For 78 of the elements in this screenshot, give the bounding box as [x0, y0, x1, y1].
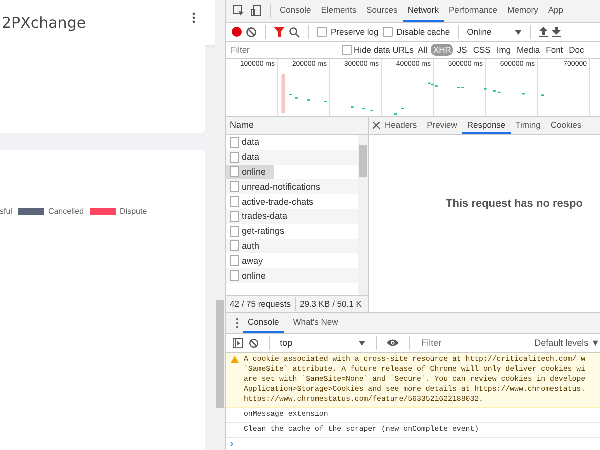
type-filter-button[interactable]: CSS	[471, 44, 493, 56]
request-row[interactable]: online	[226, 164, 274, 180]
file-icon	[230, 166, 239, 178]
checkbox[interactable]	[342, 45, 352, 55]
devtools-tab[interactable]: Network	[402, 0, 444, 22]
checkbox-label: Hide data URLs	[354, 45, 414, 55]
dropdown-caret-icon[interactable]	[359, 340, 366, 346]
file-icon	[230, 181, 239, 192]
search-icon[interactable]	[289, 26, 300, 38]
checkbox[interactable]	[317, 27, 327, 37]
request-row[interactable]: data	[226, 150, 358, 165]
file-icon	[230, 152, 239, 163]
download-icon[interactable]	[552, 27, 562, 37]
scrollbar-thumb[interactable]	[359, 145, 367, 177]
throttling-dropdown[interactable]: Online	[467, 27, 512, 37]
dropdown-caret-icon[interactable]	[515, 30, 522, 34]
clear-icon[interactable]	[249, 338, 260, 348]
devtools-tab[interactable]: App	[543, 0, 568, 22]
file-icon	[230, 270, 239, 282]
app-title: 2PXchange	[2, 14, 86, 32]
devtools-tab[interactable]: Performance	[444, 0, 503, 22]
request-row[interactable]: auth	[226, 238, 358, 254]
upload-icon[interactable]	[539, 27, 548, 37]
detail-tab[interactable]: Cookies	[546, 117, 587, 134]
request-row[interactable]: online	[226, 268, 358, 283]
scrollbar-thumb[interactable]	[216, 300, 224, 408]
file-icon	[230, 226, 239, 237]
file-icon	[230, 240, 239, 252]
inspect-icon[interactable]	[233, 5, 245, 17]
request-count: 42 / 75 requests	[230, 299, 291, 309]
file-icon	[230, 255, 239, 266]
file-icon	[230, 210, 239, 222]
column-header[interactable]: Name	[226, 117, 368, 135]
device-toolbar-icon[interactable]	[251, 5, 263, 17]
close-icon[interactable]	[373, 122, 380, 129]
detail-tab[interactable]: Timing	[510, 117, 546, 134]
drawer-tab[interactable]: Console	[243, 313, 284, 333]
request-row[interactable]: unread-notifications	[226, 179, 358, 194]
type-filter-button[interactable]: JS	[455, 44, 470, 56]
eye-icon[interactable]	[386, 339, 399, 347]
legend-label[interactable]: Dispute	[120, 207, 148, 216]
request-row[interactable]: data	[226, 135, 358, 150]
console-prompt[interactable]: ›	[230, 438, 234, 450]
detail-tab[interactable]: Preview	[422, 117, 462, 134]
devtools-tab[interactable]: Sources	[362, 0, 403, 22]
devtools-tab[interactable]: Console	[275, 0, 316, 22]
checkbox-label: Disable cache	[396, 27, 450, 37]
type-filter-button[interactable]: Font	[544, 44, 566, 56]
request-row[interactable]: trades-data	[226, 208, 358, 224]
filter-icon[interactable]	[274, 27, 285, 37]
request-row[interactable]: get-ratings	[226, 224, 358, 239]
more-options-icon[interactable]	[236, 318, 239, 328]
checkbox-label: Preserve log	[331, 27, 379, 37]
type-filter-button[interactable]: Media	[515, 44, 542, 56]
context-dropdown[interactable]: top	[280, 338, 354, 348]
legend-label[interactable]: Cancelled	[48, 207, 84, 216]
file-icon	[230, 136, 239, 148]
empty-response-message: This request has no respo	[446, 198, 583, 210]
transfer-size: 29.3 KB / 50.1 K	[300, 299, 362, 309]
log-levels-dropdown[interactable]: Default levels ▼	[534, 338, 600, 348]
sidebar-toggle-icon[interactable]	[233, 338, 244, 348]
clear-icon[interactable]	[246, 26, 257, 38]
detail-tab[interactable]: Headers	[380, 117, 422, 134]
record-button[interactable]	[232, 27, 242, 37]
drawer-tab[interactable]: What's New	[288, 313, 344, 333]
request-row[interactable]: away	[226, 253, 358, 268]
checkbox[interactable]	[382, 27, 393, 37]
type-filter-button[interactable]: Img	[494, 44, 513, 56]
file-icon	[230, 196, 239, 208]
type-filter-button[interactable]: All	[416, 44, 430, 56]
devtools-tab[interactable]: Memory	[502, 0, 544, 22]
warning-icon	[231, 356, 239, 363]
devtools-tab[interactable]: Elements	[316, 0, 362, 22]
legend-label[interactable]: sful	[0, 207, 12, 216]
type-filter-button[interactable]: Doc	[567, 44, 586, 56]
detail-tab[interactable]: Response	[462, 117, 511, 134]
more-options-icon[interactable]	[192, 12, 196, 24]
request-row[interactable]: active-trade-chats	[226, 194, 358, 209]
